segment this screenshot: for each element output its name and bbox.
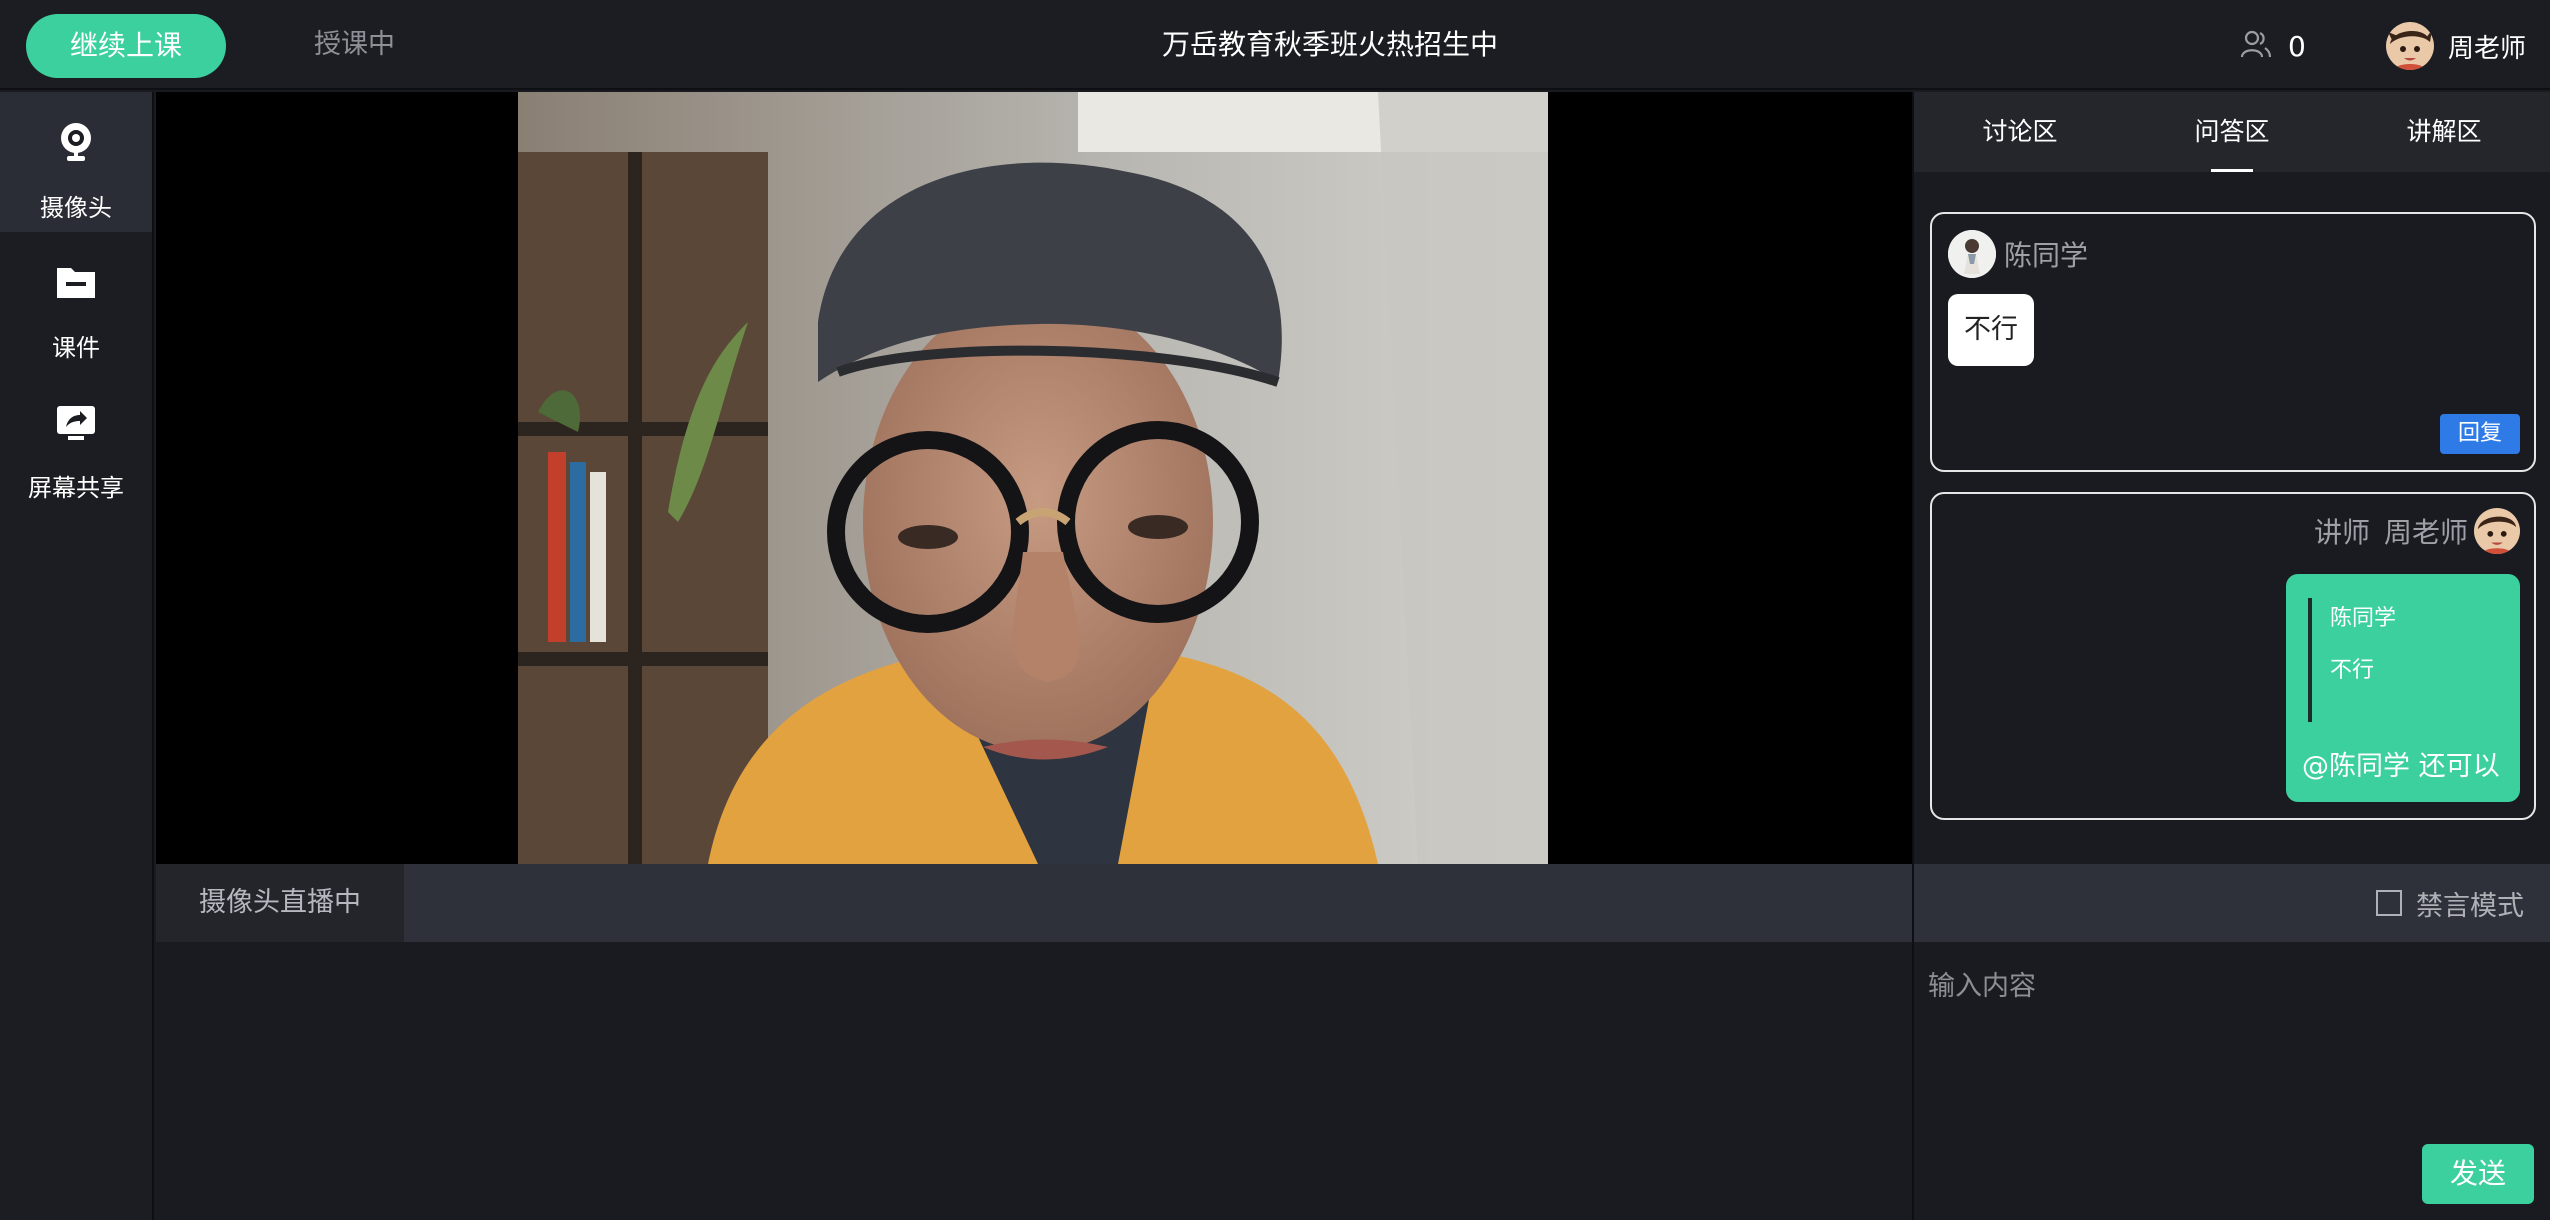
teacher-profile[interactable]: 周老师 [2386, 20, 2526, 72]
tab-discussion[interactable]: 讨论区 [1914, 92, 2126, 172]
answer-author: 讲师 周老师 [2314, 508, 2520, 554]
teacher-name: 周老师 [2448, 33, 2527, 64]
top-bar: 继续上课 授课中 万岳教育秋季班火热招生中 0 周老师 [0, 0, 2550, 90]
tab-camera-live[interactable]: 摄像头直播中 [156, 864, 404, 942]
question-bubble: 不行 [1948, 294, 2034, 366]
sidebar-item-camera[interactable]: 摄像头 [0, 92, 152, 232]
video-stage [156, 92, 1912, 864]
answer-card: 讲师 周老师 陈同学 不行 @陈同学 还可以 [1930, 492, 2536, 820]
right-tabs: 讨论区 问答区 讲解区 [1914, 92, 2550, 172]
sidebar-item-screen-share[interactable]: 屏幕共享 [0, 372, 152, 512]
sidebar-item-label: 屏幕共享 [28, 474, 124, 502]
author-role: 讲师 [2313, 516, 2370, 549]
sidebar-item-label: 课件 [52, 334, 100, 362]
answer-text: @陈同学 还可以 [2302, 751, 2500, 782]
message-input-area: 发送 [1914, 942, 2550, 1220]
mute-toggle[interactable]: 禁言模式 [2376, 864, 2524, 942]
mute-bar: 禁言模式 [1914, 864, 2550, 942]
lower-content-panel [156, 942, 1912, 1220]
page-title: 万岳教育秋季班火热招生中 [1161, 28, 1498, 61]
online-count: 0 [2288, 29, 2306, 63]
question-author: 陈同学 [1948, 230, 2088, 278]
tab-explanation[interactable]: 讲解区 [2338, 92, 2550, 172]
folder-icon [54, 260, 98, 304]
teacher-avatar [2386, 22, 2434, 70]
answer-bubble: 陈同学 不行 @陈同学 还可以 [2286, 574, 2520, 802]
video-tab-bar: 摄像头直播中 [156, 864, 1912, 942]
online-users[interactable]: 0 [2240, 28, 2306, 64]
author-name: 周老师 [2383, 516, 2468, 549]
quoted-author: 陈同学 [2330, 606, 2397, 631]
sidebar-item-courseware[interactable]: 课件 [0, 232, 152, 372]
camera-feed [518, 92, 1548, 864]
quote-bar [2308, 598, 2312, 722]
mute-checkbox[interactable] [2376, 890, 2402, 916]
student-avatar [1948, 230, 1996, 278]
message-input[interactable] [1928, 964, 2534, 1124]
quoted-text: 不行 [2330, 658, 2375, 683]
question-card: 陈同学 不行 回复 [1930, 212, 2536, 472]
right-panel: 讨论区 问答区 讲解区 陈同学 不行 回复 讲师 周老师 陈同学 不行 @陈同学… [1914, 92, 2550, 864]
people-icon [2240, 28, 2272, 64]
screen-share-icon [54, 400, 98, 444]
mute-label: 禁言模式 [2416, 890, 2524, 922]
webcam-icon [54, 120, 98, 164]
student-name: 陈同学 [2004, 239, 2089, 272]
tab-qa[interactable]: 问答区 [2126, 92, 2338, 172]
reply-button[interactable]: 回复 [2440, 414, 2520, 454]
teacher-avatar [2474, 508, 2520, 554]
send-button[interactable]: 发送 [2422, 1144, 2534, 1204]
sidebar-item-label: 摄像头 [40, 194, 112, 222]
left-sidebar: 摄像头 课件 屏幕共享 [0, 92, 154, 1220]
